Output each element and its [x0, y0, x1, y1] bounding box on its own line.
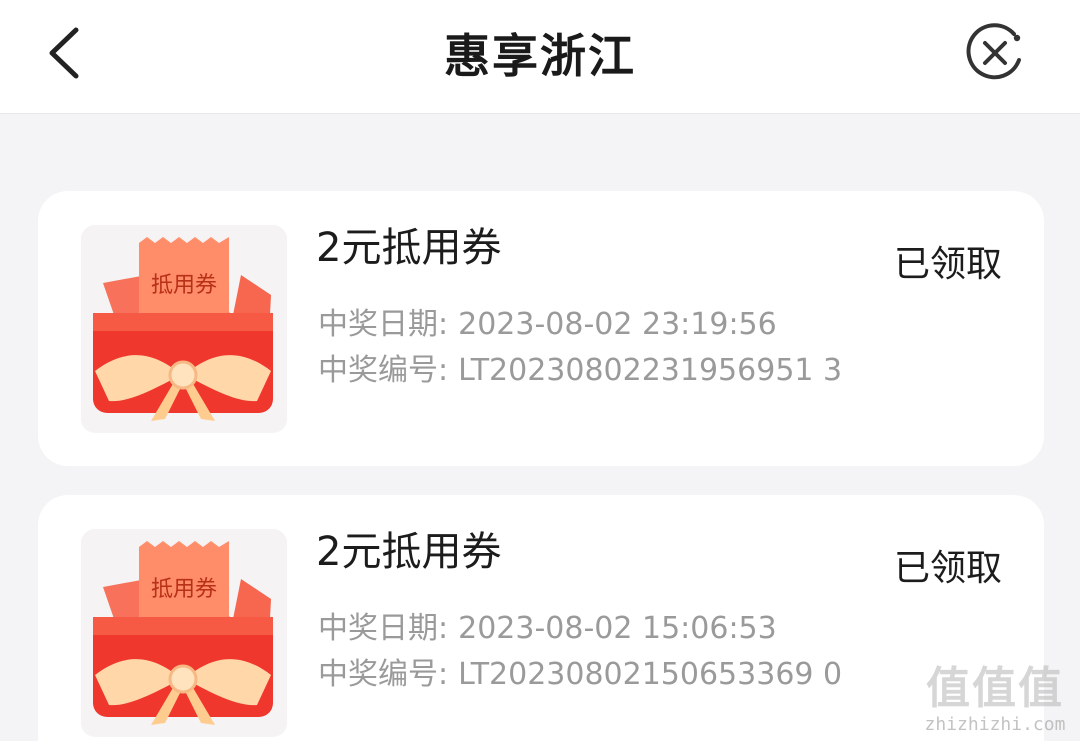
watermark-logo: 值值值	[926, 663, 1064, 714]
close-circle-icon	[966, 23, 1021, 80]
id-label: 中奖编号:	[318, 353, 449, 388]
red-envelope-icon	[93, 237, 273, 421]
close-button[interactable]	[962, 20, 1028, 86]
prize-title: 2元抵用券	[316, 225, 502, 271]
site-watermark: 值值值 zhizhizhi.com	[920, 663, 1070, 736]
date-label: 中奖日期:	[318, 307, 449, 342]
coupon-thumbnail: 抵用券	[81, 225, 287, 433]
id-row: 中奖编号: LT20230802150653369 0	[318, 649, 842, 693]
id-row: 中奖编号: LT20230802231956951 3	[318, 345, 842, 389]
status-label: 已领取	[893, 548, 1002, 589]
id-label: 中奖编号:	[318, 657, 449, 692]
prize-card[interactable]: 抵用券 2元抵用券 已领取 中奖日期: 2023-08-02 15:06:53 中…	[38, 495, 1044, 741]
date-label: 中奖日期:	[318, 611, 449, 646]
date-value: 2023-08-02 23:19:56	[458, 307, 777, 342]
status-label: 已领取	[893, 244, 1002, 285]
coupon-thumbnail: 抵用券	[81, 529, 287, 737]
id-value: LT20230802150653369 0	[458, 657, 843, 692]
red-envelope-icon	[93, 541, 273, 725]
page-title: 惠享浙江	[444, 29, 636, 83]
top-bar: 惠享浙江	[0, 0, 1080, 114]
thumb-label: 抵用券	[150, 273, 217, 298]
id-value: LT20230802231956951 3	[458, 353, 843, 388]
prize-card[interactable]: 抵用券 2元抵用券 已领取 中奖日期: 2023-08-02 23:19:56 中…	[38, 191, 1044, 466]
date-row: 中奖日期: 2023-08-02 15:06:53	[318, 603, 777, 647]
thumb-label: 抵用券	[150, 577, 217, 602]
date-value: 2023-08-02 15:06:53	[458, 611, 777, 646]
prize-title: 2元抵用券	[316, 529, 502, 575]
watermark-url: zhizhizhi.com	[924, 714, 1066, 735]
date-row: 中奖日期: 2023-08-02 23:19:56	[318, 299, 777, 343]
